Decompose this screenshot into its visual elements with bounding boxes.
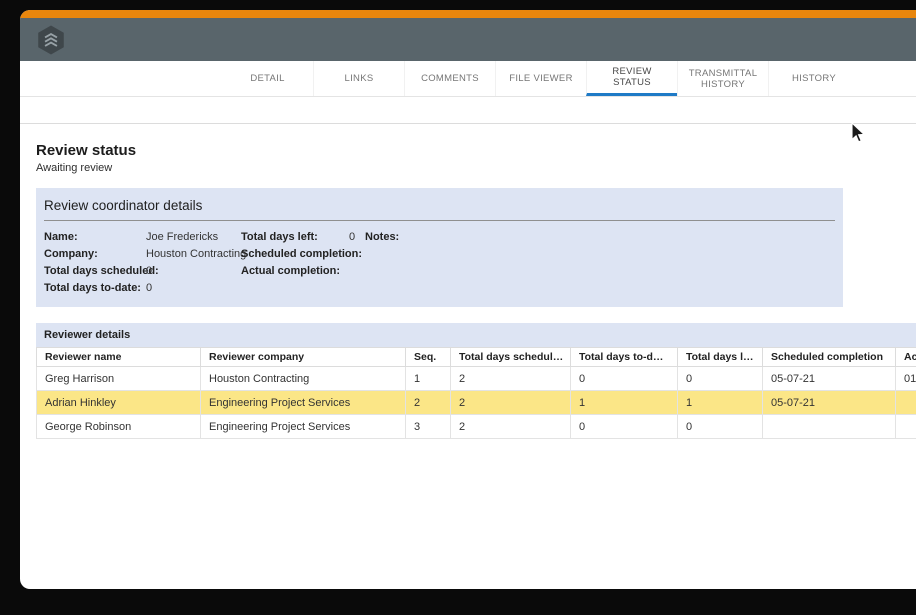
accent-bar <box>20 10 916 18</box>
cell: 0 <box>571 415 678 439</box>
toolbar-spacer <box>20 97 916 124</box>
cell: 2 <box>451 415 571 439</box>
tab-file-viewer-label: FILE VIEWER <box>509 73 572 84</box>
page-title: Review status <box>36 142 916 159</box>
review-status-panel: Review status Awaiting review Review coo… <box>20 142 916 439</box>
table-row-selected[interactable]: Adrian Hinkley Engineering Project Servi… <box>37 391 916 415</box>
cell: 1 <box>406 367 451 391</box>
tab-comments-label: COMMENTS <box>421 73 479 84</box>
desktop-background: { "tabs": [ { "label": "DETAIL", "active… <box>0 0 916 615</box>
app-header <box>20 18 916 61</box>
coordinator-notes-label: Notes: <box>365 231 835 243</box>
tab-detail[interactable]: DETAIL <box>222 61 313 96</box>
cell: 0 <box>571 367 678 391</box>
reviewer-details-section: Reviewer details Reviewer name Reviewer … <box>36 323 916 439</box>
coordinator-notes-value <box>365 248 835 260</box>
cell: 01- <box>896 367 916 391</box>
column-header-seq[interactable]: Seq. <box>406 348 451 367</box>
coordinator-scheduled-completion-value <box>349 248 365 260</box>
reviewer-details-header: Reviewer details <box>36 323 916 347</box>
cell: Greg Harrison <box>37 367 201 391</box>
cell: Houston Contracting <box>201 367 406 391</box>
cell: 0 <box>678 367 763 391</box>
tab-file-viewer[interactable]: FILE VIEWER <box>495 61 586 96</box>
coordinator-name-label: Name: <box>44 231 146 243</box>
cell: Engineering Project Services <box>201 391 406 415</box>
cell: 2 <box>451 367 571 391</box>
coordinator-panel-title: Review coordinator details <box>44 196 835 221</box>
tab-history[interactable]: HISTORY <box>768 61 859 96</box>
cell: 1 <box>678 391 763 415</box>
coordinator-days-todate-value: 0 <box>146 282 241 294</box>
app-window: DETAIL LINKS COMMENTS FILE VIEWER REVIEW… <box>20 10 916 589</box>
cell: 0 <box>678 415 763 439</box>
tab-bar: DETAIL LINKS COMMENTS FILE VIEWER REVIEW… <box>20 61 916 97</box>
coordinator-days-todate-label: Total days to-date: <box>44 282 146 294</box>
coordinator-actual-completion-value <box>349 265 365 277</box>
cell: George Robinson <box>37 415 201 439</box>
coordinator-panel: Review coordinator details Name: Joe Fre… <box>36 188 843 307</box>
tab-links-label: LINKS <box>345 73 374 84</box>
cell: 3 <box>406 415 451 439</box>
coordinator-days-left-label: Total days left: <box>241 231 349 243</box>
cell <box>763 415 896 439</box>
cell: 05-07-21 <box>763 367 896 391</box>
cell <box>896 415 916 439</box>
tab-transmittal-history-label: TRANSMITTAL HISTORY <box>684 68 762 90</box>
cell <box>896 391 916 415</box>
cell: Adrian Hinkley <box>37 391 201 415</box>
cell: 2 <box>451 391 571 415</box>
column-header-scheduled-completion[interactable]: Scheduled completion <box>763 348 896 367</box>
tab-detail-label: DETAIL <box>250 73 284 84</box>
coordinator-company-label: Company: <box>44 248 146 260</box>
cell: 1 <box>571 391 678 415</box>
column-header-actual[interactable]: Act… <box>896 348 916 367</box>
coordinator-scheduled-completion-label: Scheduled completion: <box>241 248 349 260</box>
column-header-reviewer-company[interactable]: Reviewer company <box>201 348 406 367</box>
app-logo-hexagon-icon <box>34 23 68 57</box>
tab-review-status[interactable]: REVIEW STATUS <box>586 61 677 96</box>
cell: 2 <box>406 391 451 415</box>
cell: Engineering Project Services <box>201 415 406 439</box>
tab-review-status-label: REVIEW STATUS <box>593 66 671 88</box>
coordinator-name-value: Joe Fredericks <box>146 231 241 243</box>
table-row[interactable]: Greg Harrison Houston Contracting 1 2 0 … <box>37 367 916 391</box>
coordinator-fields: Name: Joe Fredericks Total days left: 0 … <box>44 231 835 294</box>
coordinator-company-value: Houston Contracting <box>146 248 241 260</box>
reviewer-table: Reviewer name Reviewer company Seq. Tota… <box>36 347 916 439</box>
coordinator-days-left-value: 0 <box>349 231 365 243</box>
table-header-row: Reviewer name Reviewer company Seq. Tota… <box>37 348 916 367</box>
tab-comments[interactable]: COMMENTS <box>404 61 495 96</box>
column-header-days-todate[interactable]: Total days to-d… <box>571 348 678 367</box>
tab-transmittal-history[interactable]: TRANSMITTAL HISTORY <box>677 61 768 96</box>
column-header-days-left[interactable]: Total days l… <box>678 348 763 367</box>
coordinator-days-scheduled-value: 0 <box>146 265 241 277</box>
tab-history-label: HISTORY <box>792 73 836 84</box>
tab-links[interactable]: LINKS <box>313 61 404 96</box>
page-subtitle: Awaiting review <box>36 162 916 174</box>
table-row[interactable]: George Robinson Engineering Project Serv… <box>37 415 916 439</box>
column-header-days-scheduled[interactable]: Total days schedul… <box>451 348 571 367</box>
coordinator-actual-completion-label: Actual completion: <box>241 265 349 277</box>
coordinator-days-scheduled-label: Total days scheduled: <box>44 265 146 277</box>
cell: 05-07-21 <box>763 391 896 415</box>
column-header-reviewer-name[interactable]: Reviewer name <box>37 348 201 367</box>
